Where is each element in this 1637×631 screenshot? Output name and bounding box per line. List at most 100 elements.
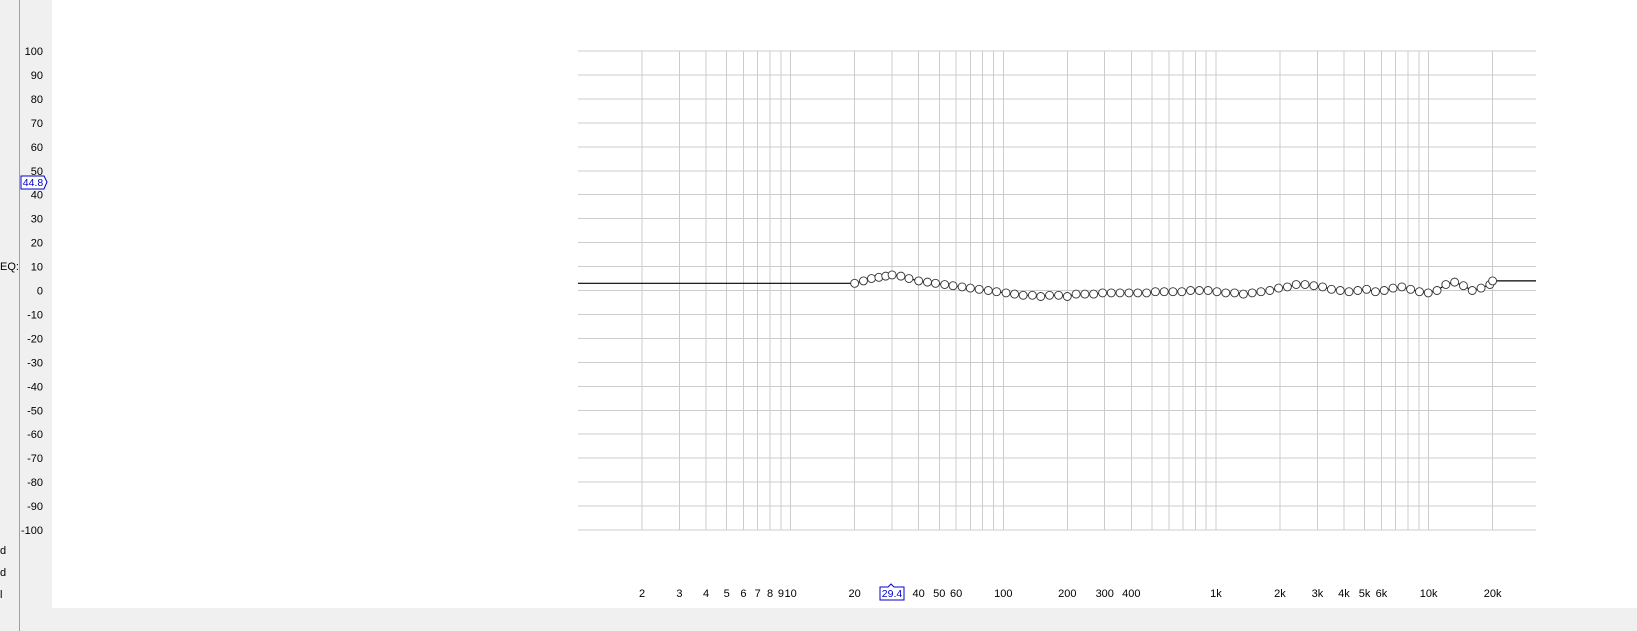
eq-point[interactable] xyxy=(1406,284,1416,294)
eq-point[interactable] xyxy=(1476,283,1486,293)
eq-point[interactable] xyxy=(1159,287,1169,297)
eq-point[interactable] xyxy=(931,278,940,288)
eq-point[interactable] xyxy=(1089,289,1099,299)
y-tick-label: 60 xyxy=(31,142,43,154)
eq-point[interactable] xyxy=(1388,283,1398,293)
eq-point[interactable] xyxy=(1370,287,1380,297)
eq-point[interactable] xyxy=(974,284,984,294)
eq-point[interactable] xyxy=(923,277,932,287)
eq-point[interactable] xyxy=(1379,286,1389,295)
eq-point[interactable] xyxy=(1133,288,1143,298)
eq-point[interactable] xyxy=(1353,286,1363,295)
y-tick-label: -70 xyxy=(27,453,43,465)
eq-point[interactable] xyxy=(1300,280,1310,289)
y-tick-label: -40 xyxy=(27,381,43,393)
eq-point[interactable] xyxy=(1265,286,1275,295)
x-tick-label: 5 xyxy=(724,588,730,600)
eq-point[interactable] xyxy=(1362,284,1372,294)
x-tick-label: 7 xyxy=(755,588,761,600)
x-tick-label: 20k xyxy=(1484,588,1502,600)
eq-point[interactable] xyxy=(1282,282,1292,292)
eq-point[interactable] xyxy=(1467,286,1477,295)
eq-point[interactable] xyxy=(1291,280,1301,289)
x-tick-label: 6k xyxy=(1376,588,1388,600)
x-tick-label: 200 xyxy=(1058,588,1076,600)
eq-point[interactable] xyxy=(983,286,993,295)
eq-point[interactable] xyxy=(948,281,958,291)
eq-point[interactable] xyxy=(1432,286,1442,295)
eq-point[interactable] xyxy=(1414,287,1424,297)
eq-point[interactable] xyxy=(1115,288,1125,298)
eq-point[interactable] xyxy=(1150,287,1160,297)
eq-point[interactable] xyxy=(992,287,1002,297)
eq-point[interactable] xyxy=(1488,276,1498,286)
x-tick-label: 3k xyxy=(1312,588,1324,600)
eq-point[interactable] xyxy=(940,280,950,289)
x-tick-label: 2k xyxy=(1274,588,1286,600)
eq-point[interactable] xyxy=(1458,281,1468,291)
eq-point[interactable] xyxy=(1098,288,1108,298)
eq-point[interactable] xyxy=(1124,288,1134,298)
eq-point[interactable] xyxy=(1001,288,1011,298)
eq-point[interactable] xyxy=(904,274,914,283)
eq-point[interactable] xyxy=(1010,289,1020,299)
x-tick-label: 2 xyxy=(639,588,645,600)
x-tick-label: 10 xyxy=(785,588,797,600)
eq-point[interactable] xyxy=(1054,290,1064,300)
eq-point[interactable] xyxy=(1203,286,1213,295)
eq-point[interactable] xyxy=(1036,292,1046,301)
eq-point[interactable] xyxy=(1027,290,1037,300)
eq-points[interactable] xyxy=(850,270,1498,301)
eq-point[interactable] xyxy=(1274,283,1284,293)
eq-point[interactable] xyxy=(1142,288,1152,298)
eq-point[interactable] xyxy=(1335,286,1345,295)
eq-point[interactable] xyxy=(1106,288,1116,298)
x-tick-label: 9 xyxy=(778,588,784,600)
y-tick-label: -30 xyxy=(27,357,43,369)
eq-point[interactable] xyxy=(1256,287,1266,297)
y-tick-label: 40 xyxy=(31,190,43,202)
eq-point[interactable] xyxy=(867,274,876,283)
x-tick-label: 5k xyxy=(1359,588,1371,600)
eq-point[interactable] xyxy=(859,276,868,286)
eq-point[interactable] xyxy=(1018,290,1028,300)
y-tick-label: 90 xyxy=(31,70,43,82)
eq-point[interactable] xyxy=(1344,287,1354,297)
eq-point[interactable] xyxy=(1186,286,1196,295)
y-cursor-value: 44.8 xyxy=(23,177,44,189)
eq-point[interactable] xyxy=(1221,288,1231,298)
eq-point[interactable] xyxy=(1326,284,1336,294)
y-axis-ticks: 1009080706050403020100-10-20-30-40-50-60… xyxy=(21,46,43,537)
eq-point[interactable] xyxy=(1450,277,1460,287)
eq-point[interactable] xyxy=(1318,282,1328,292)
eq-point[interactable] xyxy=(1168,287,1178,297)
eq-chart[interactable]: 1009080706050403020100-10-20-30-40-50-60… xyxy=(0,0,1637,631)
eq-point[interactable] xyxy=(914,276,924,286)
eq-point[interactable] xyxy=(1238,289,1248,299)
y-tick-label: 0 xyxy=(37,286,43,298)
x-tick-label: 20 xyxy=(849,588,861,600)
eq-point[interactable] xyxy=(1212,287,1222,297)
eq-point[interactable] xyxy=(957,282,967,292)
x-axis-ticks: 2 3 4 5 6 7 8 9 10 20 40 50 60 100 200 300 400 1k 2k 3k 4k 5k… xyxy=(639,588,1502,600)
eq-point[interactable] xyxy=(1062,292,1072,301)
eq-point[interactable] xyxy=(887,270,897,280)
eq-point[interactable] xyxy=(850,278,860,288)
x-tick-label: 10k xyxy=(1420,588,1438,600)
eq-point[interactable] xyxy=(1045,290,1054,300)
eq-point[interactable] xyxy=(1441,280,1451,289)
x-cursor-value: 29.4 xyxy=(882,588,903,600)
eq-point[interactable] xyxy=(1423,288,1433,298)
x-tick-label: 1k xyxy=(1210,588,1222,600)
eq-point[interactable] xyxy=(1247,288,1257,298)
eq-point[interactable] xyxy=(1230,288,1240,298)
eq-point[interactable] xyxy=(1080,289,1090,299)
eq-point[interactable] xyxy=(1309,281,1319,291)
eq-point[interactable] xyxy=(965,283,975,293)
eq-point[interactable] xyxy=(1194,286,1204,295)
y-tick-label: -50 xyxy=(27,405,43,417)
eq-point[interactable] xyxy=(1397,282,1407,292)
eq-point[interactable] xyxy=(896,271,906,281)
eq-point[interactable] xyxy=(1177,287,1187,297)
eq-point[interactable] xyxy=(1071,289,1081,299)
